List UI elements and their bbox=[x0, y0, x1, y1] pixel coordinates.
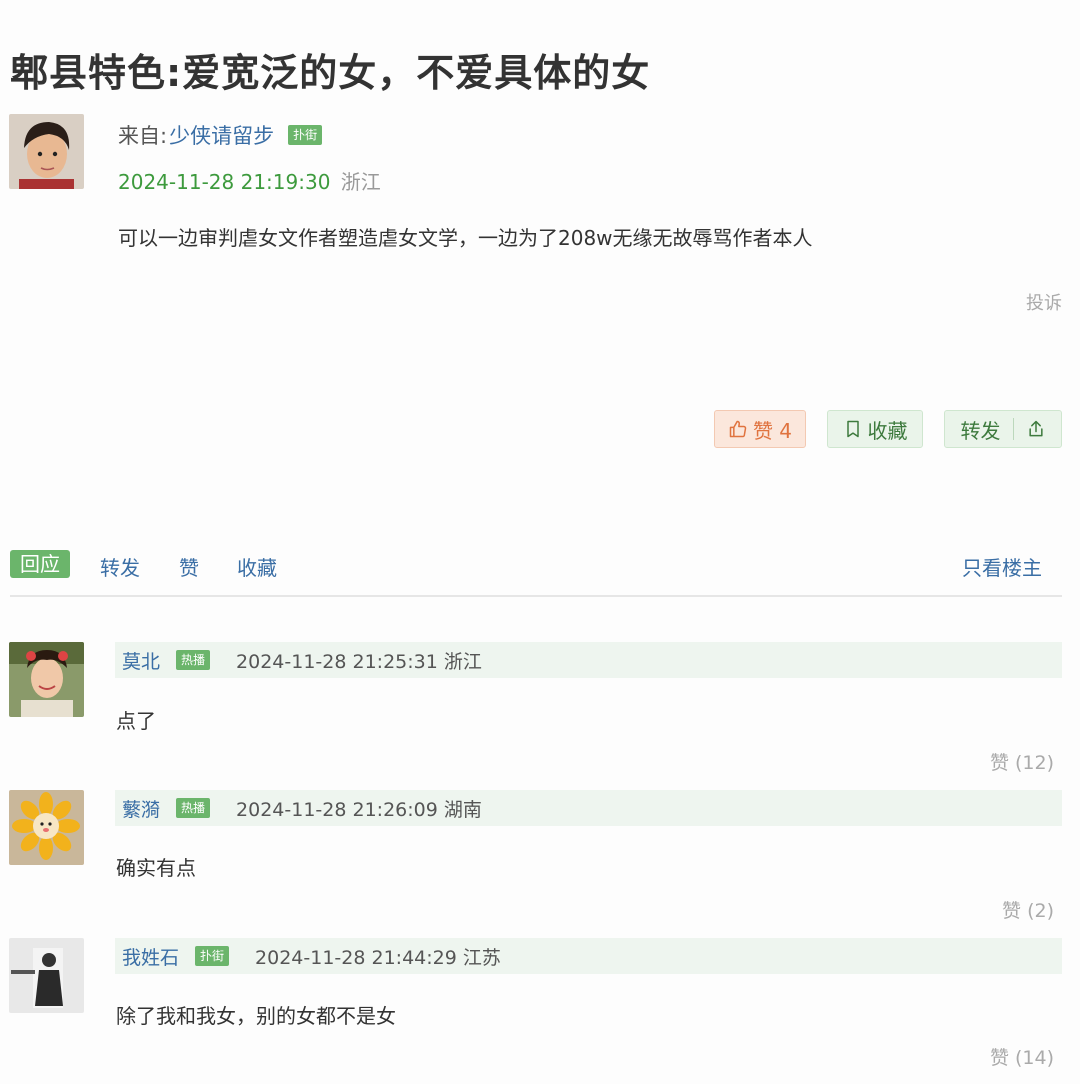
share-button-label: 转发 bbox=[960, 418, 1001, 443]
comment-like-button[interactable]: 赞 (12) bbox=[990, 748, 1054, 775]
share-separator bbox=[1012, 418, 1014, 440]
action-bar: 回应 转发 赞 收藏 只看楼主 bbox=[10, 550, 1062, 580]
comment-avatar[interactable] bbox=[9, 790, 84, 865]
post-title: 郫县特色:爱宽泛的女，不爱具体的女 bbox=[10, 51, 651, 95]
comment-text: 点了 bbox=[116, 709, 156, 733]
author-avatar[interactable] bbox=[9, 114, 84, 189]
thumbs-up-icon bbox=[729, 420, 747, 438]
share-icon bbox=[1028, 420, 1043, 437]
comment-text: 确实有点 bbox=[116, 856, 196, 880]
like-button-label: 赞 4 bbox=[752, 418, 793, 443]
comment-author-tag: 热播 bbox=[176, 798, 211, 818]
comment-meta: 2024-11-28 21:25:31 浙江 bbox=[236, 650, 482, 673]
comment-avatar[interactable] bbox=[9, 642, 84, 717]
from-label: 来自: bbox=[118, 124, 168, 148]
comment-meta: 2024-11-28 21:44:29 江苏 bbox=[255, 946, 501, 969]
comment-text: 除了我和我女，别的女都不是女 bbox=[116, 1004, 396, 1028]
comment-header: 我姓石 扑街 2024-11-28 21:44:29 江苏 bbox=[115, 938, 1062, 974]
author-name[interactable]: 少侠请留步 bbox=[169, 120, 274, 150]
post-time: 2024-11-28 21:19:30 bbox=[118, 170, 331, 194]
favorite-button-label: 收藏 bbox=[867, 418, 908, 443]
comment-author-tag: 热播 bbox=[176, 650, 211, 670]
like-button[interactable]: 赞 4 bbox=[714, 410, 806, 448]
comment-meta: 2024-11-28 21:26:09 湖南 bbox=[236, 798, 482, 821]
comment-author-tag: 扑街 bbox=[195, 946, 230, 966]
only-op-link[interactable]: 只看楼主 bbox=[962, 552, 1042, 581]
post-meta: 2024-11-28 21:19:30 浙江 bbox=[118, 166, 381, 195]
post-location: 浙江 bbox=[340, 170, 381, 194]
reply-tab[interactable]: 回应 bbox=[10, 550, 70, 578]
report-link[interactable]: 投诉 bbox=[1026, 289, 1062, 315]
comment-header: 蘩漪 热播 2024-11-28 21:26:09 湖南 bbox=[115, 790, 1062, 826]
bookmark-icon bbox=[846, 420, 859, 438]
collect-tab[interactable]: 收藏 bbox=[237, 552, 277, 581]
comment-author[interactable]: 莫北 bbox=[122, 647, 160, 674]
post-source: 来自: 少侠请留步 扑街 bbox=[118, 120, 323, 150]
author-tag: 扑街 bbox=[288, 125, 323, 145]
comment-avatar[interactable] bbox=[9, 938, 84, 1013]
post-page: 郫县特色:爱宽泛的女，不爱具体的女 来自: 少侠请留步 扑街 2024-11-2… bbox=[0, 0, 1080, 1084]
comment-header: 莫北 热播 2024-11-28 21:25:31 浙江 bbox=[115, 642, 1062, 678]
comment-author[interactable]: 蘩漪 bbox=[122, 795, 160, 822]
like-tab[interactable]: 赞 bbox=[179, 552, 199, 581]
favorite-button[interactable]: 收藏 bbox=[827, 410, 923, 448]
comment-like-button[interactable]: 赞 (14) bbox=[990, 1043, 1054, 1070]
repost-tab[interactable]: 转发 bbox=[100, 552, 140, 581]
comment-like-button[interactable]: 赞 (2) bbox=[1002, 896, 1054, 923]
share-button[interactable]: 转发 bbox=[944, 410, 1062, 448]
comment-author[interactable]: 我姓石 bbox=[122, 943, 179, 970]
post-content: 可以一边审判虐女文作者塑造虐女文学，一边为了208w无缘无故辱骂作者本人 bbox=[118, 226, 813, 250]
divider bbox=[10, 595, 1062, 597]
